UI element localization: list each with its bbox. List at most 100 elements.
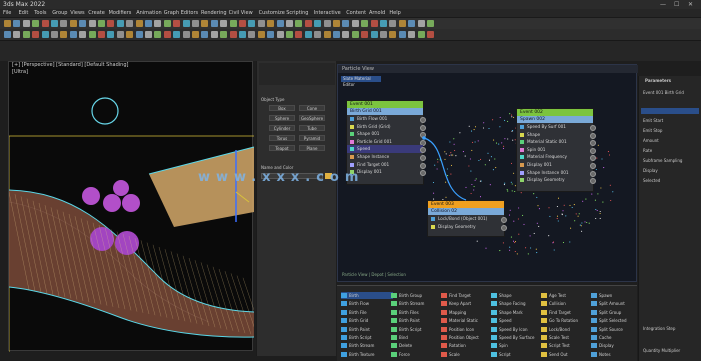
toolbar-icon[interactable] <box>51 31 58 38</box>
depot-operator[interactable]: Script Test <box>541 342 570 349</box>
toolbar-icon[interactable] <box>192 31 199 38</box>
menu-item[interactable]: Edit <box>19 10 29 16</box>
depot-operator[interactable]: Position Object <box>441 334 479 341</box>
menu-item[interactable]: Animation <box>136 10 162 16</box>
toolbar-icon[interactable] <box>107 31 115 38</box>
toolbar-icon[interactable] <box>60 20 68 27</box>
toolbar-icon[interactable] <box>408 31 416 38</box>
toolbar-icon[interactable] <box>248 20 256 27</box>
toolbar-icon[interactable] <box>220 20 228 27</box>
menu-item[interactable]: Content <box>346 10 366 16</box>
depot-operator[interactable]: Find Target <box>541 309 571 316</box>
depot-operator[interactable]: Speed By Icon <box>491 326 528 333</box>
depot-operator[interactable]: Shape Mark <box>491 309 523 316</box>
depot-operator[interactable]: Material Static <box>441 317 478 324</box>
depot-operator[interactable]: Script <box>491 351 511 358</box>
create-teapot-button[interactable]: Teapot <box>269 145 295 151</box>
menu-item[interactable]: Group <box>52 10 67 16</box>
toolbar-icon[interactable] <box>145 31 152 38</box>
toolbar-icon[interactable] <box>126 31 134 38</box>
depot-operator[interactable]: Mapping <box>441 309 466 316</box>
toolbar-icon[interactable] <box>257 31 265 38</box>
depot-operator[interactable]: Split Group <box>591 309 621 316</box>
toolbar-icon[interactable] <box>154 31 162 38</box>
close-button[interactable]: ✕ <box>688 1 693 8</box>
toolbar-icon[interactable] <box>107 20 115 27</box>
toolbar-icon[interactable] <box>323 20 331 27</box>
toolbar-icon[interactable] <box>210 20 218 27</box>
depot-operator[interactable]: Split Amount <box>591 300 625 307</box>
toolbar-icon[interactable] <box>60 31 68 38</box>
toolbar-icon[interactable] <box>323 31 331 38</box>
toolbar-icon[interactable] <box>69 20 77 27</box>
parameter-row[interactable]: Emit Start <box>643 118 663 123</box>
depot-operator[interactable]: Age Test <box>541 292 566 299</box>
parameter-row[interactable]: Emit Stop <box>643 128 662 133</box>
toolbar-icon[interactable] <box>342 31 350 38</box>
toolbar-icon[interactable] <box>427 20 434 27</box>
toolbar-icon[interactable] <box>380 31 387 38</box>
toolbar-icon[interactable] <box>314 20 322 27</box>
toolbar-icon[interactable] <box>79 20 87 27</box>
menu-item[interactable]: Graph Editors <box>164 10 198 16</box>
toolbar-icon[interactable] <box>154 20 162 27</box>
toolbar-icon[interactable] <box>351 20 359 27</box>
toolbar-icon[interactable] <box>126 20 134 27</box>
toolbar-icon[interactable] <box>229 31 237 38</box>
toolbar-icon[interactable] <box>173 31 181 38</box>
toolbar-icon[interactable] <box>333 20 340 27</box>
depot-operator[interactable]: Birth Stream <box>391 300 424 307</box>
depot-operator[interactable]: Rotation <box>441 342 466 349</box>
toolbar-icon[interactable] <box>182 31 190 38</box>
menu-item[interactable]: File <box>3 10 11 16</box>
toolbar-icon[interactable] <box>135 31 143 38</box>
toolbar-icon[interactable] <box>361 20 369 27</box>
depot-operator[interactable]: Birth <box>341 292 393 299</box>
parameter-row[interactable]: Rate <box>643 148 652 153</box>
depot-operator[interactable]: Birth Texture <box>341 351 375 358</box>
toolbar-icon[interactable] <box>267 20 275 27</box>
toolbar-icon[interactable] <box>239 31 246 38</box>
toolbar-icon[interactable] <box>41 20 49 27</box>
toolbar-icon[interactable] <box>22 20 30 27</box>
toolbar-icon[interactable] <box>267 31 275 38</box>
depot-operator[interactable]: Split Selected <box>591 317 626 324</box>
menu-item[interactable]: Rendering <box>201 10 227 16</box>
menu-item[interactable]: Views <box>70 10 84 16</box>
depot-operator[interactable]: Delete <box>391 342 412 349</box>
parameter-row[interactable]: Selected <box>643 178 660 183</box>
create-cylinder-button[interactable]: Cylinder <box>269 125 295 131</box>
toolbar-icon[interactable] <box>370 20 378 27</box>
toolbar-icon[interactable] <box>135 20 143 27</box>
minimize-button[interactable]: — <box>660 1 666 8</box>
toolbar-icon[interactable] <box>32 20 40 27</box>
toolbar-icon[interactable] <box>182 20 190 27</box>
toolbar-icon[interactable] <box>220 31 228 38</box>
depot-operator[interactable]: Bind <box>391 334 408 341</box>
toolbar-icon[interactable] <box>69 31 77 38</box>
toolbar-icon[interactable] <box>210 31 218 38</box>
toolbar-icon[interactable] <box>370 31 378 38</box>
toolbar-icon[interactable] <box>32 31 40 38</box>
toolbar-icon[interactable] <box>4 31 11 38</box>
parameter-row[interactable]: Amount <box>643 138 659 143</box>
toolbar-icon[interactable] <box>51 20 58 27</box>
toolbar-icon[interactable] <box>79 31 87 38</box>
depot-operator[interactable]: Go To Rotation <box>541 317 578 324</box>
toolbar-icon[interactable] <box>398 20 406 27</box>
toolbar-icon[interactable] <box>342 20 350 27</box>
depot-operator[interactable]: Collision <box>541 300 566 307</box>
toolbar-icon[interactable] <box>389 20 397 27</box>
depot-operator[interactable]: Birth Flow <box>341 300 369 307</box>
menu-item[interactable]: Interactive <box>314 10 341 16</box>
depot-operator[interactable]: Birth File <box>341 309 367 316</box>
command-panel-tabs[interactable] <box>259 63 335 85</box>
perspective-viewport[interactable]: [+] [Perspective] [Standard] [Default Sh… <box>8 61 254 352</box>
toolbar-icon[interactable] <box>201 31 209 38</box>
toolbar-icon[interactable] <box>173 20 181 27</box>
toolbar-icon[interactable] <box>304 20 312 27</box>
toolbar-icon[interactable] <box>276 31 284 38</box>
selected-event-row[interactable] <box>641 108 699 114</box>
toolbar-icon[interactable] <box>163 31 171 38</box>
toolbar-icon[interactable] <box>408 20 416 27</box>
